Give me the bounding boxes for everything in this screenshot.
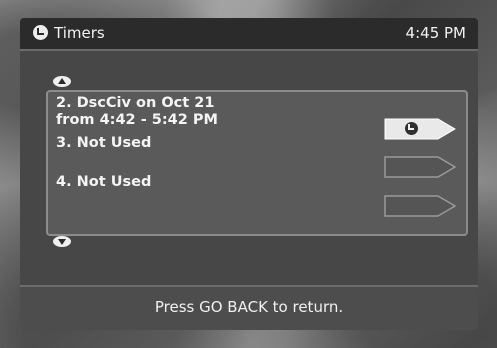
list-item-timer-2[interactable]: 2. DscCiv on Oct 21 from 4:42 - 5:42 PM: [56, 95, 218, 129]
timer-item-title: 4. Not Used: [56, 174, 152, 190]
scroll-down-arrow-icon[interactable]: [53, 236, 71, 247]
screen-title: Timers: [54, 24, 105, 42]
footer-instruction: Press GO BACK to return.: [154, 298, 344, 316]
empty-timer-tag[interactable]: [384, 195, 456, 217]
timer-clock-icon: [405, 122, 418, 135]
tag-shape: [384, 118, 456, 140]
scroll-up-arrow-icon[interactable]: [53, 76, 71, 87]
selected-timer-tag[interactable]: [384, 118, 456, 140]
clock-time: 4:45 PM: [405, 24, 466, 42]
timer-item-time-range: from 4:42 - 5:42 PM: [56, 112, 218, 128]
footer-bar: Press GO BACK to return.: [20, 285, 478, 330]
timer-clock-icon: [33, 25, 48, 40]
list-item-timer-3[interactable]: 3. Not Used: [56, 135, 151, 152]
list-item-timer-4[interactable]: 4. Not Used: [56, 174, 151, 191]
timer-item-title: 2. DscCiv on Oct 21: [56, 95, 215, 111]
tag-shape: [384, 195, 456, 217]
tag-shape: [384, 156, 456, 178]
timer-item-title: 3. Not Used: [56, 135, 152, 151]
timer-list: 2. DscCiv on Oct 21 from 4:42 - 5:42 PM …: [46, 90, 468, 236]
title-bar: Timers 4:45 PM: [20, 18, 478, 51]
timers-panel: Timers 4:45 PM 2. DscCiv on Oct 21 from …: [20, 18, 478, 330]
empty-timer-tag[interactable]: [384, 156, 456, 178]
